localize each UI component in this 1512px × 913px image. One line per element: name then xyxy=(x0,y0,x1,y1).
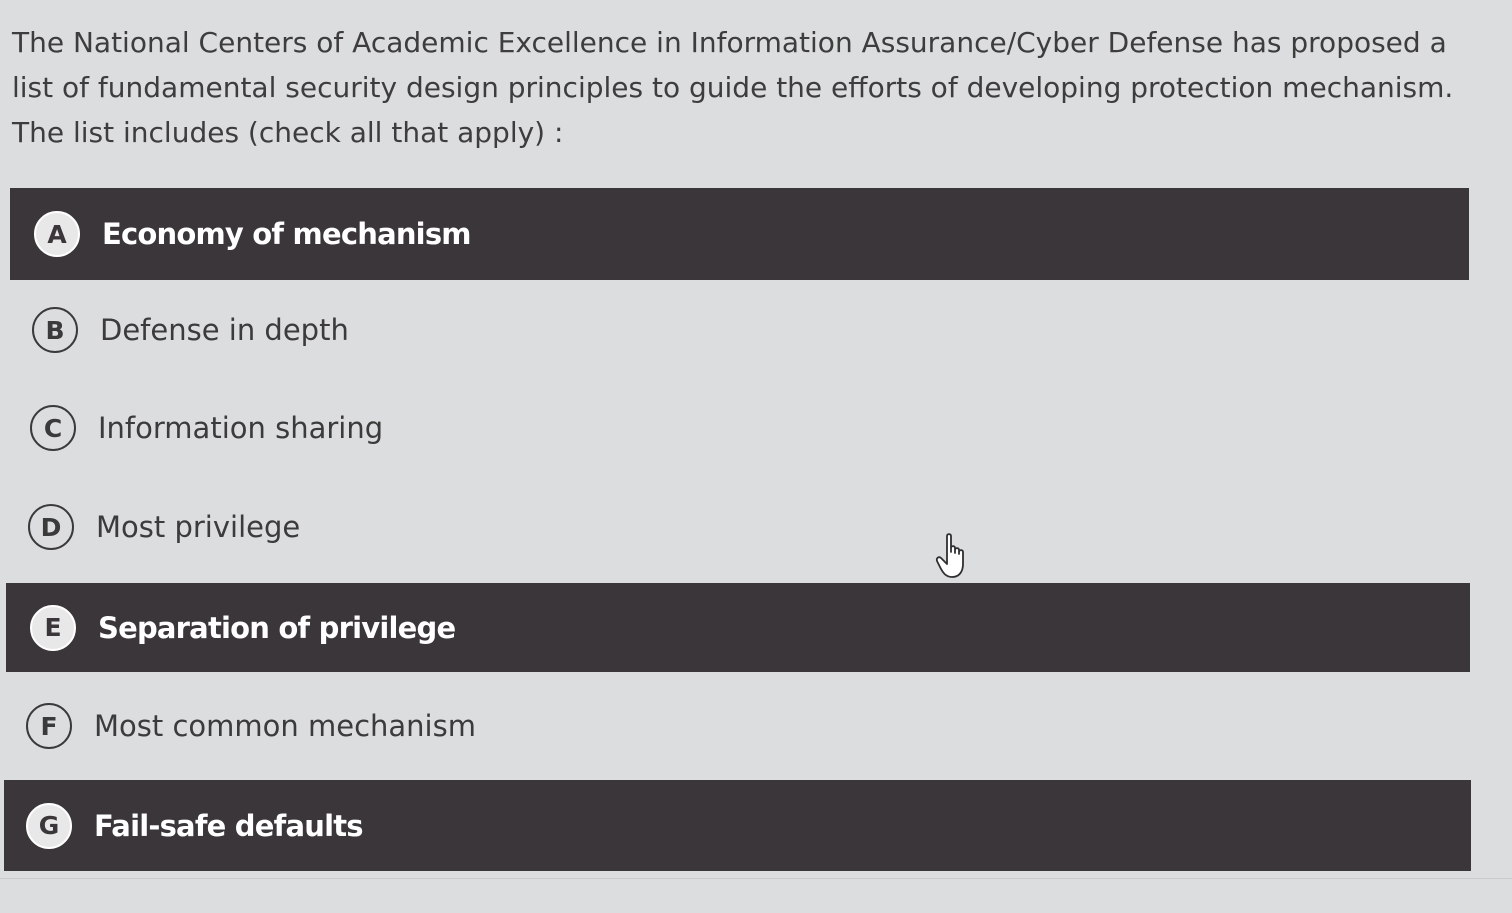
option-letter-badge: G xyxy=(26,802,72,849)
option-letter-badge: B xyxy=(32,307,78,353)
option-letter-badge: A xyxy=(34,211,80,257)
option-f[interactable]: F Most common mechanism xyxy=(2,680,1470,772)
option-label: Most privilege xyxy=(96,510,301,544)
option-label: Most common mechanism xyxy=(94,709,476,743)
option-label: Defense in depth xyxy=(100,313,349,347)
option-label: Economy of mechanism xyxy=(102,217,472,251)
option-g[interactable]: G Fail-safe defaults xyxy=(4,780,1471,871)
option-a[interactable]: A Economy of mechanism xyxy=(10,188,1469,280)
option-letter-badge: F xyxy=(26,703,72,749)
option-e[interactable]: E Separation of privilege xyxy=(6,583,1470,672)
option-label: Information sharing xyxy=(98,411,384,445)
hand-pointer-icon xyxy=(935,533,964,578)
option-label: Separation of privilege xyxy=(98,610,456,645)
bottom-divider xyxy=(0,878,1512,879)
answer-options: A Economy of mechanism B Defense in dept… xyxy=(0,0,1512,913)
option-b[interactable]: B Defense in depth xyxy=(8,284,1470,376)
option-letter-badge: E xyxy=(30,604,76,651)
option-d[interactable]: D Most privilege xyxy=(4,481,1470,573)
option-letter-badge: C xyxy=(30,405,76,451)
option-letter-badge: D xyxy=(28,504,74,550)
option-c[interactable]: C Information sharing xyxy=(6,382,1470,474)
option-label: Fail-safe defaults xyxy=(94,808,364,843)
